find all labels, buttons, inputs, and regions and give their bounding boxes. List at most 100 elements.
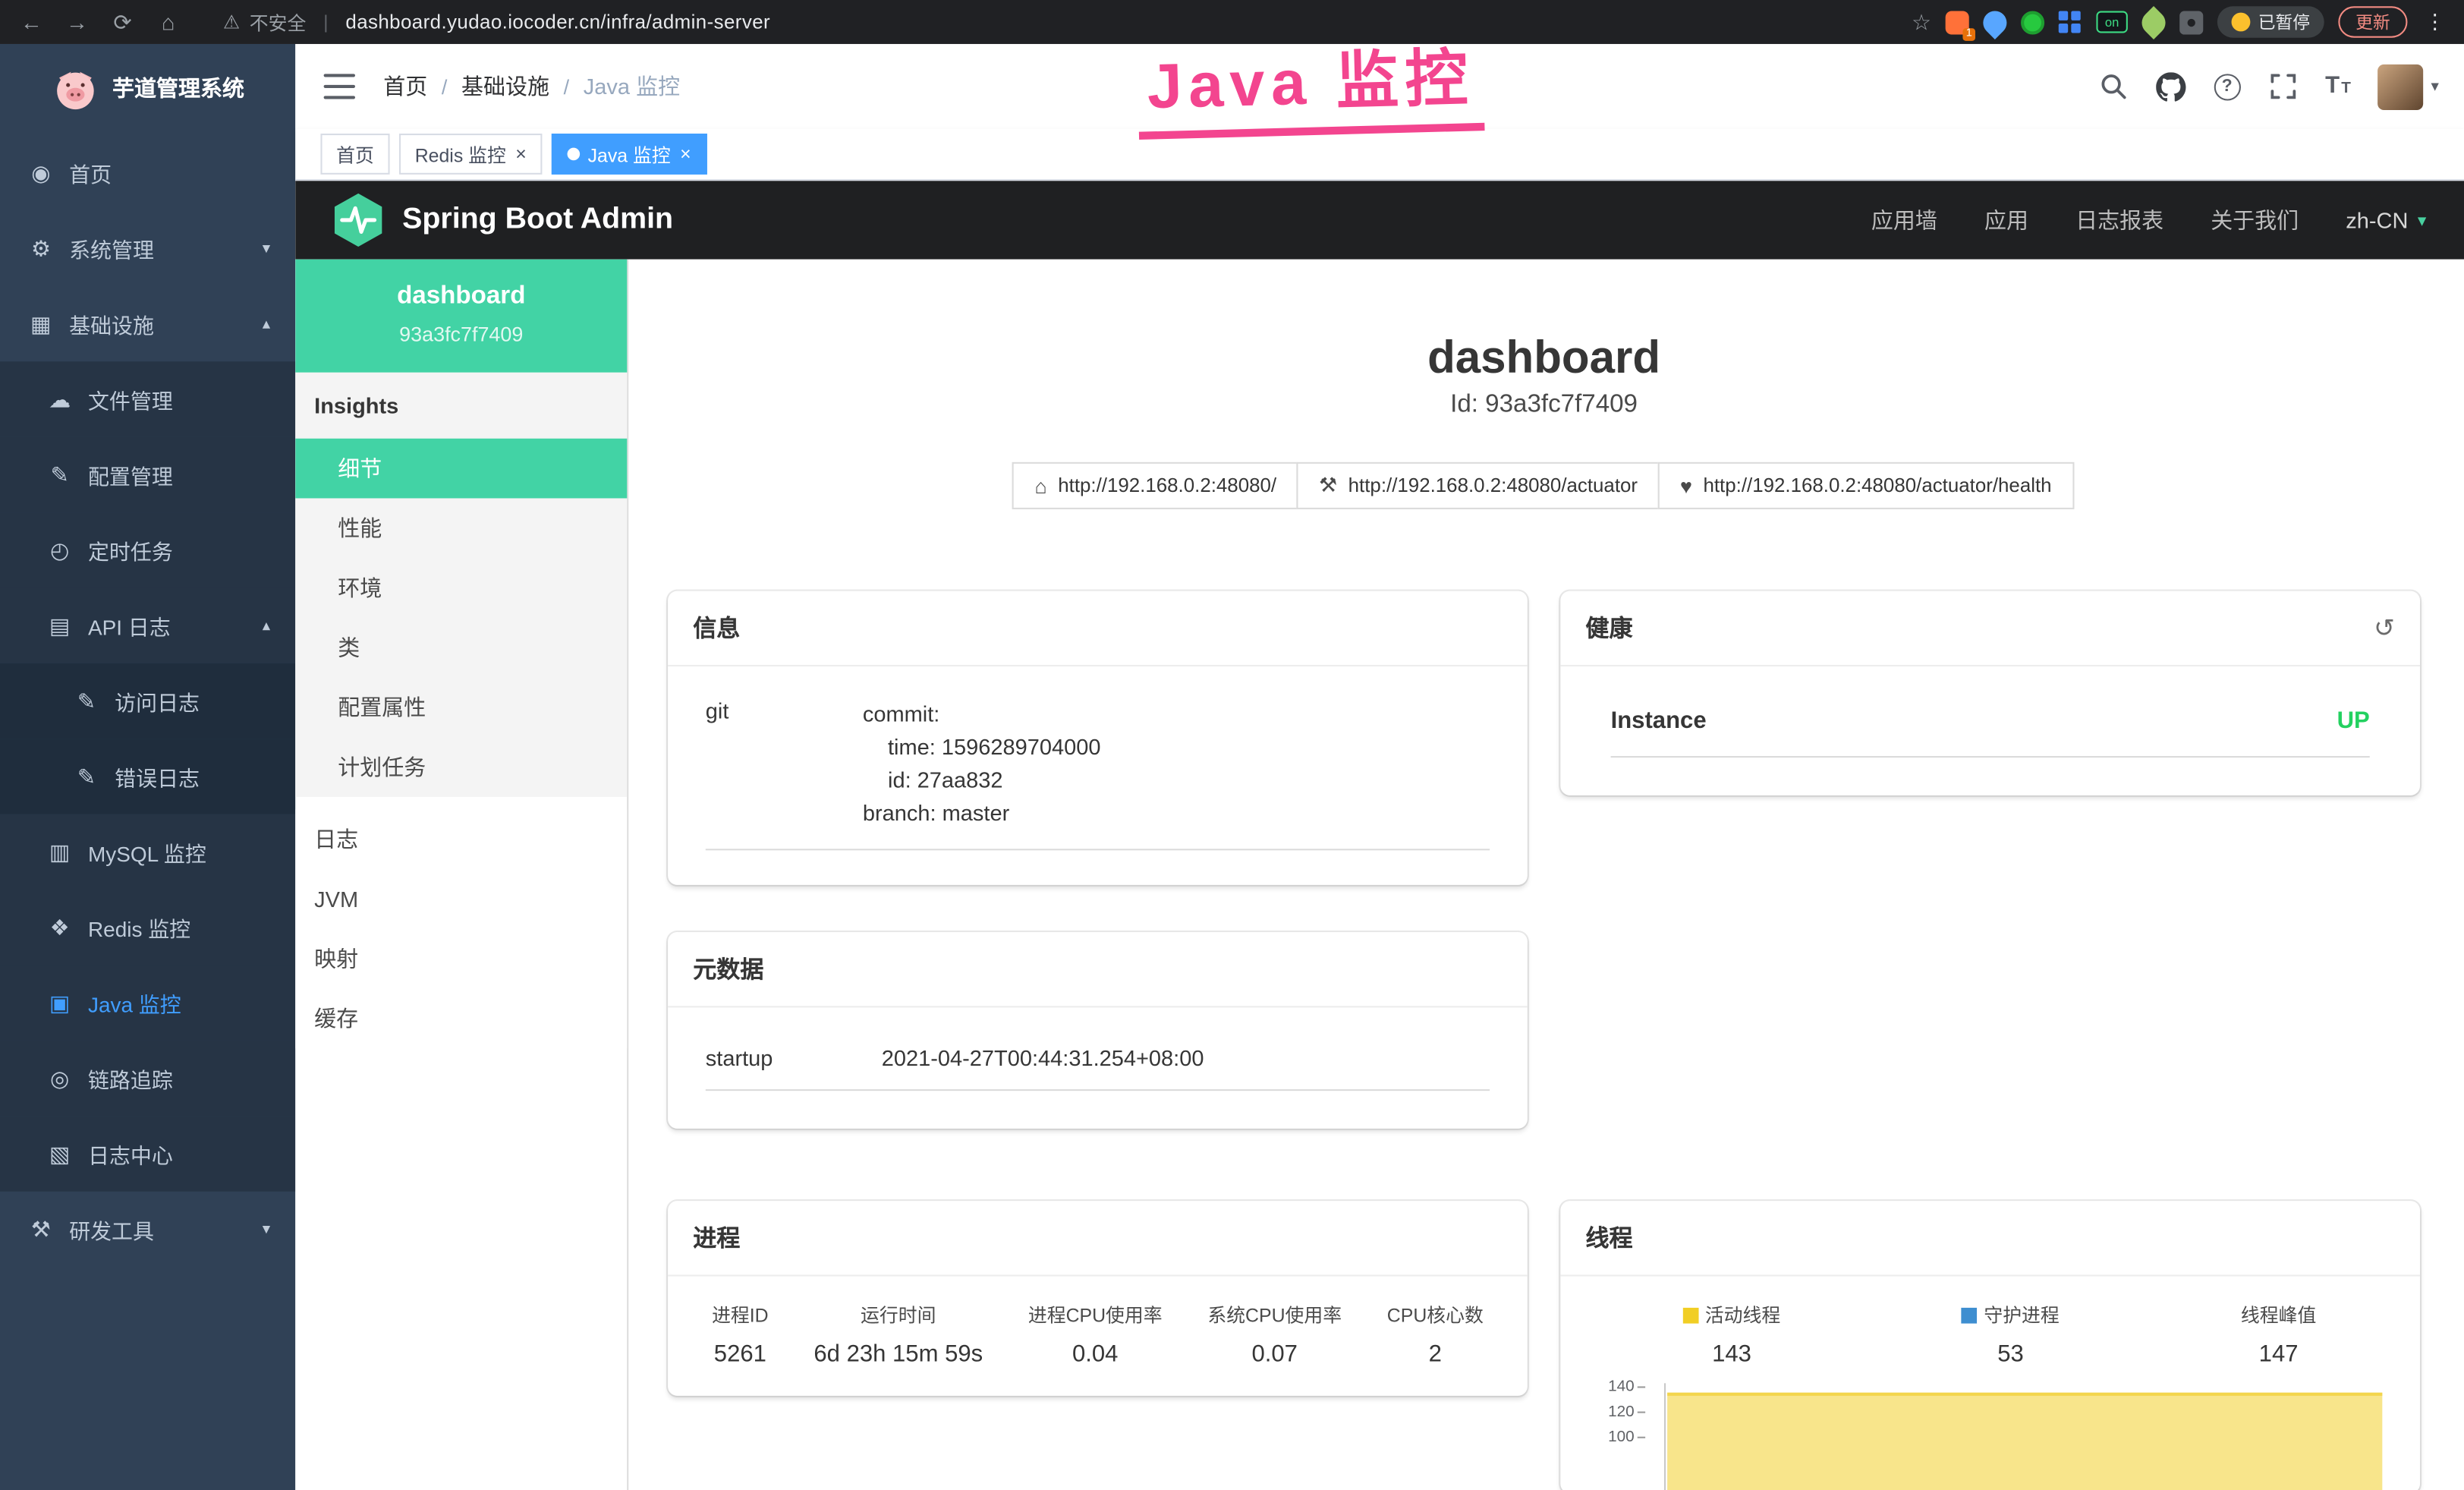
close-icon[interactable]: × — [515, 145, 527, 164]
sidebar-item-error-logs[interactable]: ✎ 错误日志 — [0, 739, 295, 814]
sba-menu-mappings[interactable]: 映射 — [295, 929, 627, 989]
sidebar-item-file-mgmt[interactable]: ☁ 文件管理 — [0, 361, 295, 436]
sidebar-item-system-mgmt[interactable]: ⚙ 系统管理 ▾ — [0, 210, 295, 285]
legend-value: 147 — [2241, 1340, 2316, 1367]
process-col-value: 6d 23h 15m 59s — [813, 1340, 983, 1367]
info-card-title: 信息 — [693, 612, 740, 644]
sba-nav-wall[interactable]: 应用墙 — [1871, 204, 1937, 235]
heart-icon: ♥ — [1680, 474, 1692, 497]
process-col-system-cpu: 系统CPU使用率 0.07 — [1207, 1302, 1342, 1368]
extension-green-icon[interactable] — [2021, 10, 2044, 33]
sba-menu-environment[interactable]: 环境 — [295, 558, 627, 618]
app-logo-row[interactable]: 芋道管理系统 — [0, 44, 295, 132]
sidebar-item-infrastructure[interactable]: ▦ 基础设施 ▴ — [0, 286, 295, 361]
bookmark-star-icon[interactable]: ☆ — [1912, 8, 1931, 35]
sba-brand[interactable]: Spring Boot Admin — [333, 192, 673, 249]
breadcrumb-home[interactable]: 首页 — [383, 71, 427, 102]
instance-title: dashboard — [668, 330, 2420, 387]
user-avatar[interactable]: ▾ — [2377, 64, 2439, 109]
fullscreen-icon[interactable] — [2267, 71, 2299, 102]
back-button[interactable]: ← — [19, 11, 44, 33]
sba-nav-journal[interactable]: 日志报表 — [2075, 204, 2163, 235]
trace-icon: ◎ — [46, 1065, 74, 1092]
sba-menu-config-props[interactable]: 配置属性 — [295, 678, 627, 738]
browser-actions: ☆ 1 on 已暂停 更新 ⋮ — [1912, 6, 2445, 37]
sidebar-item-label: 错误日志 — [115, 761, 200, 792]
update-button[interactable]: 更新 — [2338, 6, 2407, 37]
hamburger-icon[interactable] — [324, 74, 355, 99]
sba-menu-details[interactable]: 细节 — [295, 439, 627, 499]
sidebar-item-home[interactable]: ◉ 首页 — [0, 135, 295, 210]
security-label: 不安全 — [250, 8, 307, 35]
url-bar[interactable]: ⚠ 不安全 | dashboard.yudao.iocoder.cn/infra… — [223, 8, 770, 35]
sba-menu-metrics[interactable]: 性能 — [295, 498, 627, 558]
tab-java-monitor[interactable]: Java 监控 × — [552, 134, 706, 175]
sidebar-item-trace[interactable]: ◎ 链路追踪 — [0, 1041, 295, 1116]
health-card: 健康 ↺ Instance UP — [1560, 591, 2420, 795]
extension-grid-icon[interactable] — [2059, 10, 2082, 33]
sba-instance-id: 93a3fc7f7409 — [308, 323, 615, 346]
tab-home[interactable]: 首页 — [320, 134, 389, 175]
sidebar-item-mysql-monitor[interactable]: ▥ MySQL 监控 — [0, 814, 295, 890]
health-row-label: Instance — [1611, 707, 1707, 734]
sba-language-select[interactable]: zh-CN ▾ — [2346, 207, 2426, 232]
search-icon[interactable] — [2097, 71, 2129, 102]
sidebar-item-dev-tools[interactable]: ⚒ 研发工具 ▾ — [0, 1192, 295, 1267]
github-icon[interactable] — [2155, 71, 2186, 102]
extension-drop-icon[interactable] — [1978, 5, 2012, 39]
chevron-up-icon: ▴ — [263, 617, 270, 635]
sidebar-item-java-monitor[interactable]: ▣ Java 监控 — [0, 965, 295, 1040]
forward-button[interactable]: → — [65, 11, 90, 33]
health-url-button[interactable]: ♥ http://192.168.0.2:48080/actuator/heal… — [1658, 462, 2074, 509]
mysql-icon: ▥ — [46, 839, 74, 865]
avatar-image — [2377, 64, 2423, 109]
sba-nav: 应用墙 应用 日志报表 关于我们 zh-CN ▾ — [1871, 204, 2426, 235]
sba-menu-classes[interactable]: 类 — [295, 618, 627, 678]
active-tab-dot — [568, 148, 581, 161]
sidebar-menu: ◉ 首页 ⚙ 系统管理 ▾ ▦ 基础设施 ▴ ☁ 文件管理 — [0, 132, 295, 1267]
error-log-icon: ✎ — [72, 763, 100, 789]
paused-profile-chip[interactable]: 已暂停 — [2217, 6, 2324, 37]
sidebar-item-api-logs[interactable]: ▤ API 日志 ▴ — [0, 587, 295, 663]
reload-button[interactable]: ⟳ — [110, 11, 135, 33]
info-card-body: git commit: time: 1596289704000 id: 27aa… — [668, 666, 1528, 885]
health-row-instance[interactable]: Instance UP — [1611, 707, 2370, 758]
process-col-value: 5261 — [712, 1340, 769, 1367]
breadcrumb-infrastructure[interactable]: 基础设施 — [461, 71, 549, 102]
sidebar-item-label: 文件管理 — [88, 383, 173, 414]
sba-menu-logs[interactable]: 日志 — [295, 809, 627, 869]
process-col-label: 进程ID — [712, 1302, 769, 1328]
sidebar-item-access-logs[interactable]: ✎ 访问日志 — [0, 663, 295, 739]
extension-fox-icon[interactable]: 1 — [1946, 10, 1969, 33]
font-size-icon[interactable] — [2325, 72, 2351, 100]
sba-nav-about[interactable]: 关于我们 — [2211, 204, 2299, 235]
instance-subtitle: Id: 93a3fc7f7409 — [668, 392, 2420, 420]
sidebar-item-label: 日志中心 — [88, 1138, 173, 1169]
sba-menu-scheduled-tasks[interactable]: 计划任务 — [295, 737, 627, 797]
process-card: 进程 进程ID 5261 运行时间 6d 23h 15m — [668, 1201, 1528, 1396]
extension-leaf-icon[interactable] — [2137, 5, 2170, 39]
threads-legend-row: 活动线程 143 守护进程 — [1592, 1302, 2389, 1368]
sidebar-item-scheduled-jobs[interactable]: ◴ 定时任务 — [0, 512, 295, 587]
address-url[interactable]: dashboard.yudao.iocoder.cn/infra/admin-s… — [345, 11, 770, 33]
close-icon[interactable]: × — [680, 145, 691, 164]
tab-redis-monitor[interactable]: Redis 监控 × — [399, 134, 543, 175]
history-icon[interactable]: ↺ — [2374, 613, 2395, 644]
sidebar-item-config-mgmt[interactable]: ✎ 配置管理 — [0, 437, 295, 512]
extension-badge: 1 — [1963, 27, 1975, 40]
extension-on-badge[interactable]: on — [2096, 11, 2127, 33]
extensions-puzzle-icon[interactable] — [2179, 10, 2203, 33]
sidebar-item-redis-monitor[interactable]: ❖ Redis 监控 — [0, 890, 295, 965]
instance-url-button[interactable]: ⌂ http://192.168.0.2:48080/ — [1012, 462, 1298, 509]
actuator-url-button[interactable]: ⚒ http://192.168.0.2:48080/actuator — [1297, 462, 1660, 509]
sba-instance-header[interactable]: dashboard 93a3fc7f7409 — [295, 260, 627, 373]
sba-menu-jvm[interactable]: JVM — [295, 869, 627, 929]
help-icon[interactable] — [2214, 73, 2240, 99]
sba-nav-applications[interactable]: 应用 — [1984, 204, 2028, 235]
home-button[interactable]: ⌂ — [156, 11, 181, 33]
browser-menu-icon[interactable]: ⋮ — [2425, 9, 2445, 34]
threads-card-body: 活动线程 143 守护进程 — [1560, 1276, 2420, 1490]
sba-menu-caches[interactable]: 缓存 — [295, 989, 627, 1049]
process-col-value: 2 — [1387, 1340, 1484, 1367]
sidebar-item-log-center[interactable]: ▧ 日志中心 — [0, 1116, 295, 1191]
